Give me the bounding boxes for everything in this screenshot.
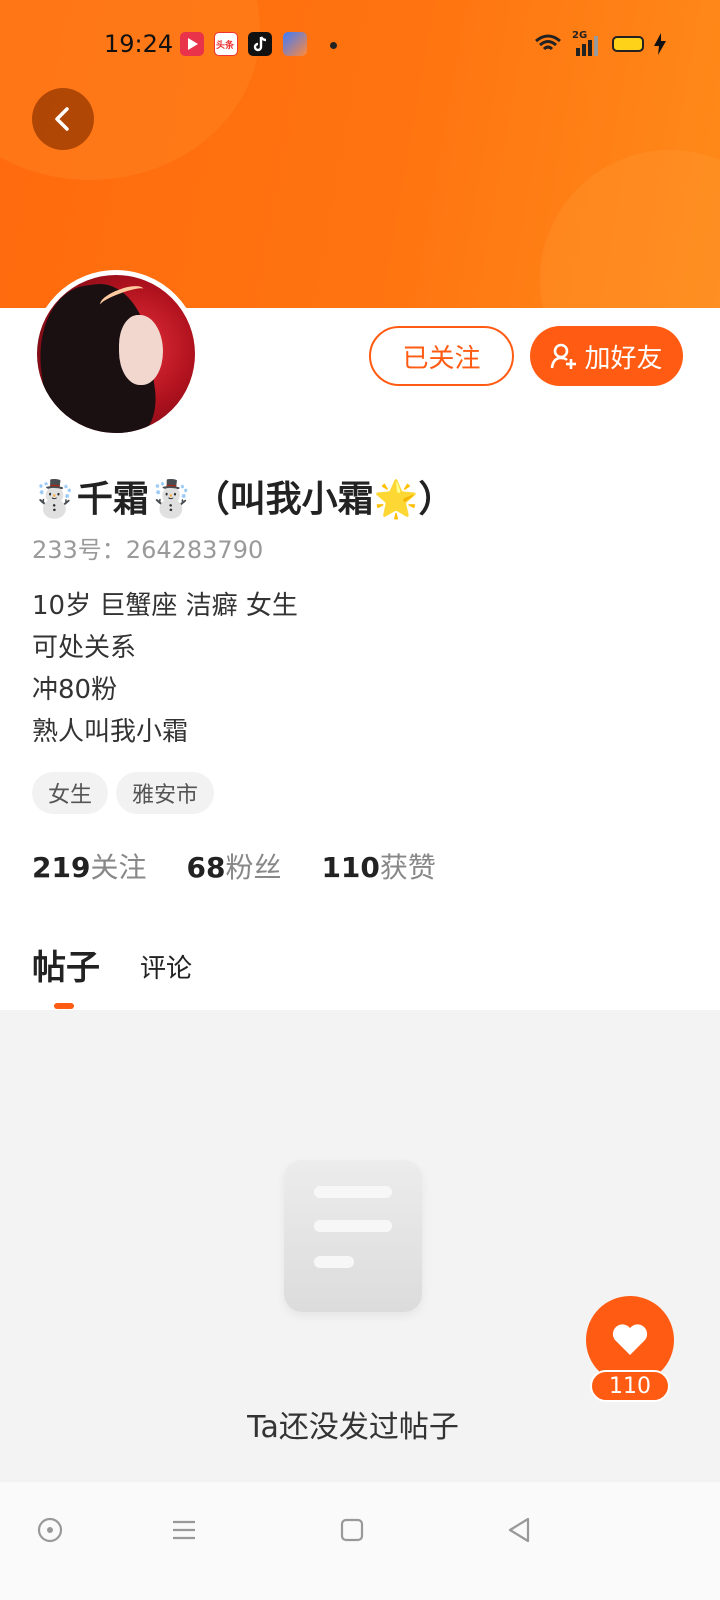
- assistant-app-icon: [283, 32, 307, 56]
- bio-line: 10岁 巨蟹座 洁癖 女生: [32, 591, 298, 621]
- tag-gender: 女生: [32, 772, 109, 814]
- add-friend-label: 加好友: [584, 343, 663, 374]
- stat-label: 粉丝: [225, 851, 282, 884]
- nav-menu-button[interactable]: [164, 1510, 204, 1550]
- charging-icon: [654, 33, 666, 55]
- bio: 10岁 巨蟹座 洁癖 女生 可处关系 冲80粉 熟人叫我小霜: [32, 588, 298, 756]
- nav-back-button[interactable]: [500, 1510, 540, 1550]
- battery-icon: [612, 36, 644, 52]
- square-icon: [340, 1518, 364, 1542]
- menu-icon: [173, 1520, 195, 1540]
- following-button[interactable]: 已关注: [369, 326, 514, 386]
- nav-home-button[interactable]: [332, 1510, 372, 1550]
- stat-value: 219: [32, 851, 91, 884]
- add-user-icon: [551, 343, 577, 369]
- username: ☃️千霜☃️（叫我小霜🌟）: [32, 479, 455, 520]
- user-id: 233号：264283790: [32, 536, 264, 564]
- stat-following[interactable]: 219 关注: [32, 846, 146, 886]
- stat-label: 关注: [90, 851, 147, 884]
- status-bar: 19:24 头条 2G: [0, 22, 720, 66]
- circle-dot-icon: [37, 1517, 63, 1543]
- like-count-badge: 110: [590, 1370, 670, 1402]
- bio-line: 熟人叫我小霜: [32, 717, 189, 747]
- empty-document-icon: [284, 1160, 422, 1312]
- system-nav-bar: [0, 1482, 720, 1600]
- avatar[interactable]: [32, 270, 200, 438]
- bio-line: 可处关系: [32, 633, 137, 663]
- banner-glow: [540, 150, 720, 308]
- toutiao-app-label: 头条: [216, 41, 235, 51]
- profile-tags: 女生 雅安市: [32, 772, 215, 814]
- add-friend-button[interactable]: 加好友: [530, 326, 683, 386]
- stat-fans[interactable]: 68 粉丝: [186, 846, 281, 886]
- heart-icon: [612, 1324, 648, 1355]
- posts-empty-state: Ta还没发过帖子: [0, 1010, 720, 1482]
- network-type: 2G: [572, 30, 588, 41]
- empty-state-text: Ta还没发过帖子: [247, 1410, 459, 1445]
- avatar-face: [119, 315, 163, 385]
- stat-value: 110: [321, 851, 380, 884]
- tab-indicator: [54, 1003, 74, 1009]
- tag-location: 雅安市: [116, 772, 215, 814]
- stat-likes: 110 获赞: [321, 846, 435, 886]
- stat-label: 获赞: [379, 851, 436, 884]
- toutiao-app-icon: 头条: [214, 32, 238, 56]
- back-button[interactable]: [32, 88, 94, 150]
- nav-assistant-button[interactable]: [30, 1510, 70, 1550]
- following-label: 已关注: [402, 343, 481, 374]
- chevron-left-icon: [55, 107, 69, 131]
- bio-line: 冲80粉: [32, 675, 118, 705]
- wifi-icon: [535, 34, 561, 51]
- stat-value: 68: [186, 851, 226, 884]
- notification-dot: [330, 42, 337, 49]
- status-time: 19:24: [104, 30, 174, 58]
- triangle-back-icon: [508, 1517, 530, 1543]
- tab-posts[interactable]: 帖子: [32, 940, 100, 989]
- video-app-icon: [180, 32, 204, 56]
- signal-icon: 2G: [572, 30, 602, 56]
- tiktok-app-icon: [248, 32, 272, 56]
- profile-stats: 219 关注 68 粉丝 110 获赞: [32, 846, 476, 886]
- tab-comments[interactable]: 评论: [140, 948, 192, 985]
- status-right: 2G: [534, 30, 666, 56]
